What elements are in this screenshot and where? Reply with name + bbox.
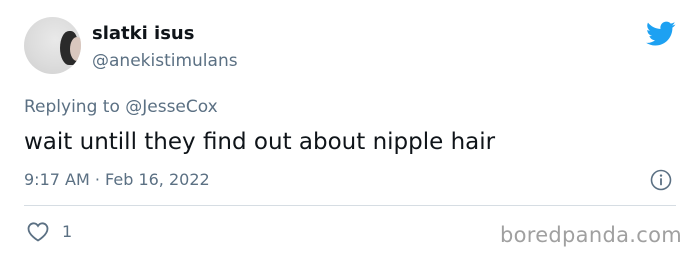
reply-mention-link[interactable]: @JesseCox <box>125 97 217 117</box>
tweet-text: wait untill they find out about nipple h… <box>24 129 496 155</box>
like-count: 1 <box>62 222 73 241</box>
replying-to: Replying to @JesseCox <box>24 97 218 117</box>
watermark: boredpanda.com <box>499 223 682 247</box>
divider <box>24 205 676 206</box>
twitter-bird-icon[interactable] <box>646 21 676 47</box>
display-name[interactable]: slatki isus <box>92 23 194 45</box>
avatar-face <box>70 37 81 61</box>
tweet-timestamp[interactable]: 9:17 AM · Feb 16, 2022 <box>24 170 210 190</box>
user-handle[interactable]: @anekistimulans <box>92 51 238 71</box>
avatar[interactable] <box>24 17 81 74</box>
heart-icon[interactable] <box>26 221 50 242</box>
replying-to-label: Replying to <box>24 97 126 117</box>
info-icon[interactable] <box>650 169 672 191</box>
